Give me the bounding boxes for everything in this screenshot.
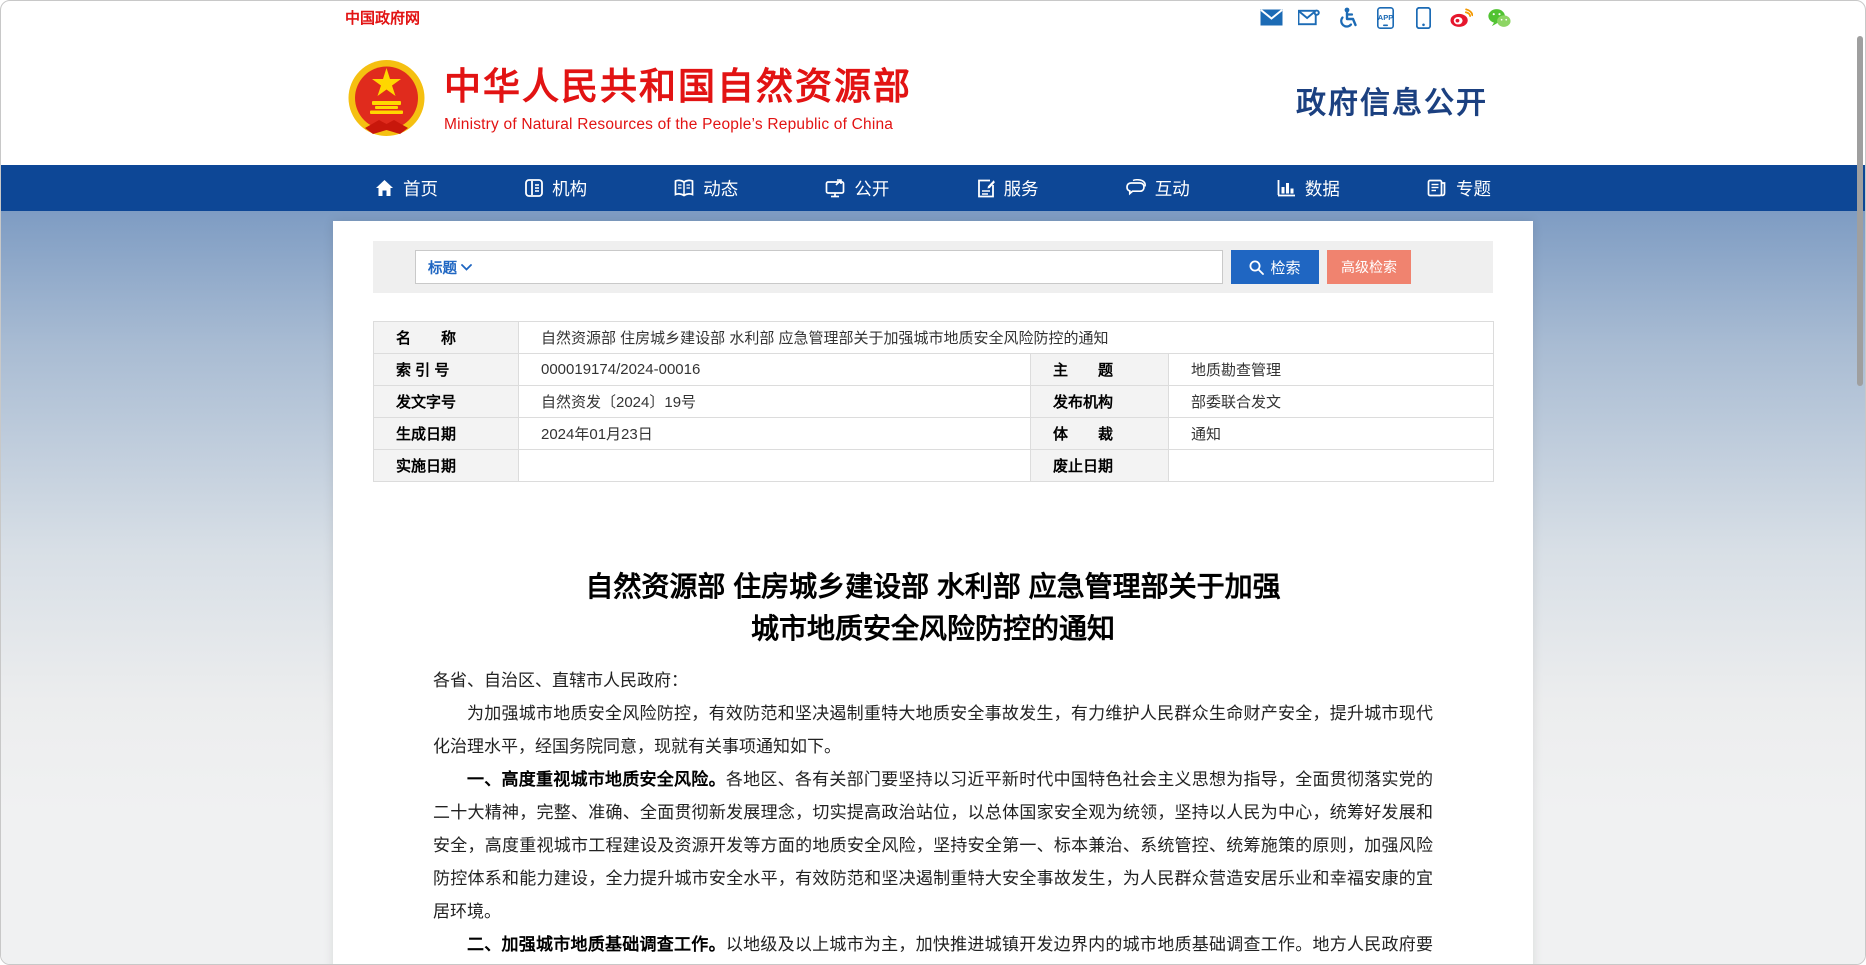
page-background: 标题 检索 高级检索 名 称 自然资源部 住房城乡建设部 水利部 应急管理部关于… bbox=[1, 211, 1865, 965]
article-body: 各省、自治区、直辖市人民政府： 为加强城市地质安全风险防控，有效防范和坚决遏制重… bbox=[433, 664, 1433, 965]
table-row: 发文字号 自然资发〔2024〕19号 发布机构 部委联合发文 bbox=[374, 386, 1494, 418]
meta-label-name: 名 称 bbox=[374, 322, 519, 354]
gov-portal-link[interactable]: 中国政府网 bbox=[345, 7, 420, 28]
paragraph-lead: 二、加强城市地质基础调查工作。 bbox=[467, 935, 726, 954]
wechat-icon[interactable] bbox=[1488, 7, 1511, 28]
article-paragraph: 一、高度重视城市地质安全风险。各地区、各有关部门要坚持以习近平新时代中国特色社会… bbox=[433, 763, 1433, 928]
data-icon bbox=[1277, 179, 1296, 197]
article-salutation: 各省、自治区、直辖市人民政府： bbox=[433, 664, 1433, 697]
table-row: 索 引 号 000019174/2024-00016 主 题 地质勘查管理 bbox=[374, 354, 1494, 386]
nav-item-disclosure[interactable]: 公开 bbox=[825, 176, 889, 201]
home-icon bbox=[375, 179, 394, 197]
meta-value-impl bbox=[519, 450, 1031, 482]
mobile-icon[interactable] bbox=[1412, 7, 1435, 28]
mail-settings-icon[interactable] bbox=[1298, 7, 1321, 28]
search-input[interactable]: 标题 bbox=[415, 250, 1223, 284]
news-icon bbox=[674, 179, 694, 197]
article-paragraph: 二、加强城市地质基础调查工作。以地级及以上城市为主，加快推进城镇开发边界内的城市… bbox=[433, 928, 1433, 965]
service-icon bbox=[977, 179, 995, 198]
meta-label-docno: 发文字号 bbox=[374, 386, 519, 418]
meta-label-theme: 主 题 bbox=[1031, 354, 1169, 386]
nav-item-service[interactable]: 服务 bbox=[977, 176, 1039, 201]
document-metadata-table: 名 称 自然资源部 住房城乡建设部 水利部 应急管理部关于加强城市地质安全风险防… bbox=[373, 321, 1494, 482]
top-utility-bar: 中国政府网 APP bbox=[333, 1, 1533, 34]
meta-label-created: 生成日期 bbox=[374, 418, 519, 450]
search-icon bbox=[1249, 260, 1264, 275]
svg-text:APP: APP bbox=[1378, 13, 1393, 22]
interaction-icon bbox=[1126, 179, 1146, 198]
browser-window: 中国政府网 APP bbox=[0, 0, 1866, 965]
meta-label-repeal: 废止日期 bbox=[1031, 450, 1169, 482]
ministry-title-en: Ministry of Natural Resources of the Peo… bbox=[444, 116, 912, 134]
meta-value-index: 000019174/2024-00016 bbox=[519, 354, 1031, 386]
content-panel: 标题 检索 高级检索 名 称 自然资源部 住房城乡建设部 水利部 应急管理部关于… bbox=[333, 221, 1533, 965]
meta-value-agency: 部委联合发文 bbox=[1169, 386, 1494, 418]
advanced-search-button[interactable]: 高级检索 bbox=[1327, 250, 1411, 284]
meta-label-index: 索 引 号 bbox=[374, 354, 519, 386]
main-nav: 首页 机构 动态 公开 服务 互动 bbox=[1, 165, 1865, 211]
nav-item-special-topic[interactable]: 专题 bbox=[1427, 176, 1491, 201]
org-icon bbox=[525, 179, 543, 197]
search-field-select[interactable]: 标题 bbox=[428, 257, 472, 278]
paragraph-lead: 一、高度重视城市地质安全风险。 bbox=[467, 770, 726, 789]
disclosure-icon bbox=[825, 179, 845, 198]
nav-item-news[interactable]: 动态 bbox=[674, 176, 738, 201]
table-row: 实施日期 废止日期 bbox=[374, 450, 1494, 482]
article-title: 自然资源部 住房城乡建设部 水利部 应急管理部关于加强 城市地质安全风险防控的通… bbox=[433, 566, 1433, 650]
ministry-title-cn: 中华人民共和国自然资源部 bbox=[444, 65, 912, 109]
app-download-icon[interactable]: APP bbox=[1374, 7, 1397, 28]
meta-value-created: 2024年01月23日 bbox=[519, 418, 1031, 450]
search-button[interactable]: 检索 bbox=[1231, 250, 1319, 284]
nav-item-home[interactable]: 首页 bbox=[375, 176, 438, 201]
accessibility-icon[interactable] bbox=[1336, 7, 1359, 28]
table-row: 生成日期 2024年01月23日 体 裁 通知 bbox=[374, 418, 1494, 450]
meta-value-repeal bbox=[1169, 450, 1494, 482]
top-icon-group: APP bbox=[1260, 7, 1521, 28]
chevron-down-icon bbox=[461, 264, 472, 271]
meta-label-impl: 实施日期 bbox=[374, 450, 519, 482]
meta-value-genre: 通知 bbox=[1169, 418, 1494, 450]
nav-item-org[interactable]: 机构 bbox=[525, 176, 587, 201]
meta-value-docno: 自然资发〔2024〕19号 bbox=[519, 386, 1031, 418]
vertical-scrollbar[interactable] bbox=[1857, 36, 1863, 386]
site-header: 中华人民共和国自然资源部 Ministry of Natural Resourc… bbox=[333, 34, 1533, 165]
document-search-bar: 标题 检索 高级检索 bbox=[373, 241, 1493, 293]
weibo-icon[interactable] bbox=[1450, 7, 1473, 28]
article-paragraph: 为加强城市地质安全风险防控，有效防范和坚决遏制重特大地质安全事故发生，有力维护人… bbox=[433, 697, 1433, 763]
meta-label-agency: 发布机构 bbox=[1031, 386, 1169, 418]
nav-item-data[interactable]: 数据 bbox=[1277, 176, 1340, 201]
table-row: 名 称 自然资源部 住房城乡建设部 水利部 应急管理部关于加强城市地质安全风险防… bbox=[374, 322, 1494, 354]
site-brand[interactable]: 中华人民共和国自然资源部 Ministry of Natural Resourc… bbox=[345, 58, 912, 141]
meta-value-name: 自然资源部 住房城乡建设部 水利部 应急管理部关于加强城市地质安全风险防控的通知 bbox=[519, 322, 1494, 354]
gov-info-disclosure-title: 政府信息公开 bbox=[1296, 78, 1488, 122]
meta-label-genre: 体 裁 bbox=[1031, 418, 1169, 450]
national-emblem-logo bbox=[345, 58, 428, 141]
meta-value-theme: 地质勘查管理 bbox=[1169, 354, 1494, 386]
special-topic-icon bbox=[1427, 179, 1447, 197]
mail-icon[interactable] bbox=[1260, 7, 1283, 28]
nav-item-interaction[interactable]: 互动 bbox=[1126, 176, 1190, 201]
